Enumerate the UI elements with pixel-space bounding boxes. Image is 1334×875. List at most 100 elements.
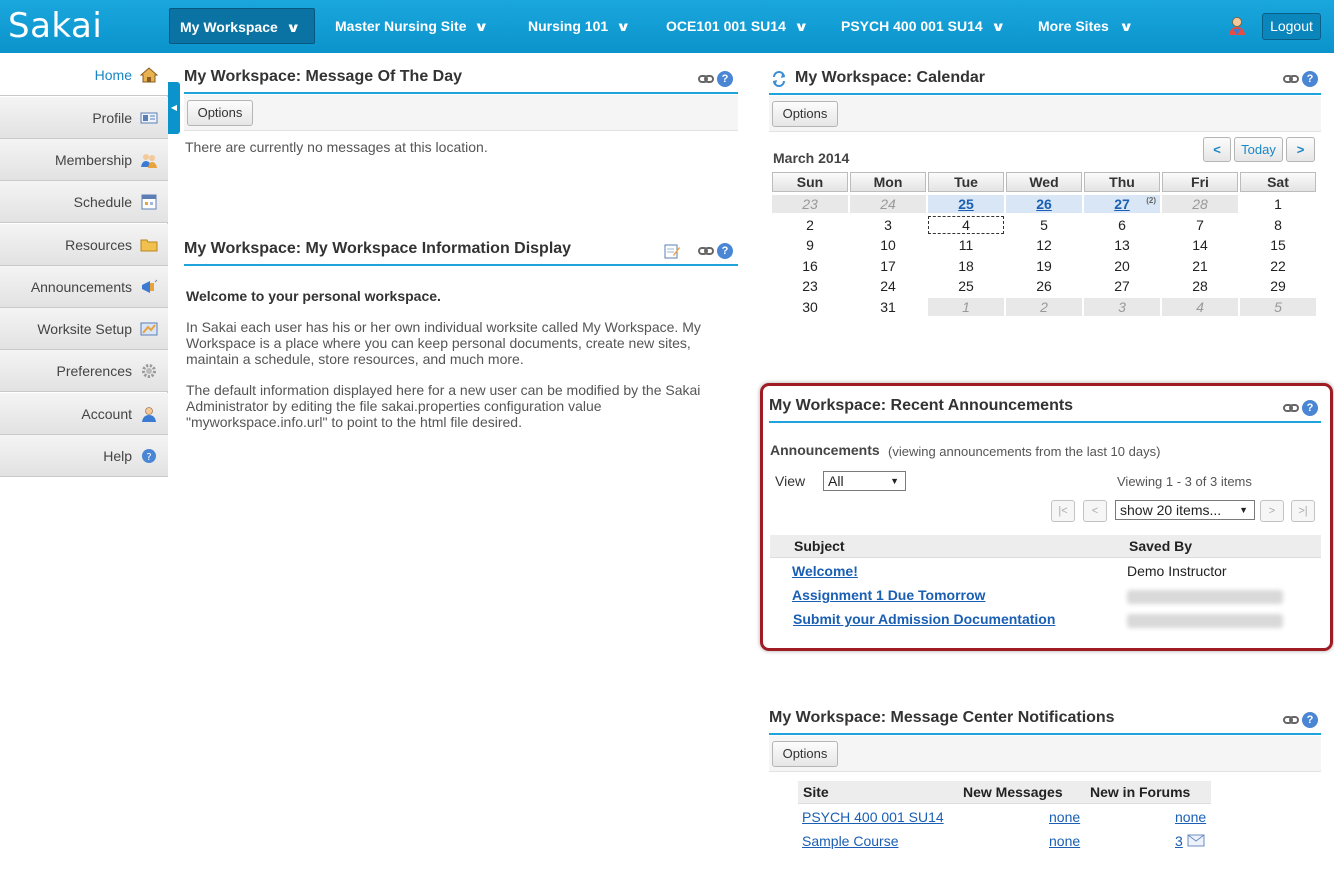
calendar-day: 24 — [880, 278, 896, 295]
col-subject[interactable]: Subject — [794, 535, 845, 558]
announcement-link-welcome[interactable]: Welcome! — [792, 563, 858, 579]
weekday-header: Wed — [1006, 172, 1082, 192]
calendar-day: 14 — [1192, 237, 1208, 254]
new-messages-link[interactable]: none — [1049, 833, 1080, 849]
calendar-today-button[interactable]: Today — [1234, 137, 1283, 162]
calendar-day: 30 — [802, 299, 818, 315]
sidebar-item-resources[interactable]: Resources — [0, 224, 168, 266]
site-tab-label: OCE101 001 SU14 — [666, 18, 786, 34]
calendar-next-button[interactable]: > — [1286, 137, 1315, 162]
link-icon[interactable] — [698, 71, 714, 87]
dropdown-arrow-icon: ▼ — [1239, 505, 1248, 515]
site-link-sample-course[interactable]: Sample Course — [802, 833, 899, 849]
calendar-day: 23 — [802, 278, 818, 295]
link-icon[interactable] — [1283, 400, 1299, 416]
help-icon[interactable]: ? — [1302, 712, 1318, 728]
help-icon[interactable]: ? — [717, 243, 733, 259]
motd-options-button[interactable]: Options — [187, 100, 253, 126]
sidebar-item-label: Worksite Setup — [37, 321, 132, 337]
calendar-icon — [141, 194, 157, 210]
help-icon[interactable]: ? — [717, 71, 733, 87]
site-tab-psych-400[interactable]: PSYCH 400 001 SU14 ∨ — [831, 8, 1013, 44]
weekday-header: Sat — [1240, 172, 1316, 192]
more-sites-tab[interactable]: More Sites ∨ — [1028, 8, 1141, 44]
calendar-prev-button[interactable]: < — [1203, 137, 1231, 162]
site-tab-nursing-101[interactable]: Nursing 101 ∨ — [518, 8, 639, 44]
site-tab-oce101[interactable]: OCE101 001 SU14 ∨ — [656, 8, 816, 44]
calendar-day: 25 — [958, 278, 974, 295]
edit-icon[interactable] — [664, 243, 680, 259]
site-tab-label: More Sites — [1038, 18, 1109, 34]
help-icon[interactable]: ? — [1302, 71, 1318, 87]
sidebar-item-help[interactable]: Help ? — [0, 435, 168, 477]
sidebar-item-schedule[interactable]: Schedule — [0, 181, 168, 223]
link-icon[interactable] — [1283, 71, 1299, 87]
col-new-messages: New Messages — [963, 784, 1063, 800]
calendar-day: 17 — [880, 257, 896, 274]
prev-page-button[interactable]: < — [1083, 500, 1107, 522]
help-icon: ? — [142, 449, 156, 463]
col-site: Site — [803, 784, 829, 800]
new-messages-link[interactable]: none — [1049, 809, 1080, 825]
help-icon[interactable]: ? — [1302, 400, 1318, 416]
title-underline — [769, 733, 1321, 735]
new-forums-link[interactable]: none — [1175, 809, 1206, 825]
calendar-day-event-link[interactable]: 27 (2) — [1084, 195, 1160, 213]
calendar-options-button[interactable]: Options — [772, 101, 838, 127]
view-select[interactable]: All ▼ — [823, 471, 906, 491]
page-size-value: show 20 items... — [1120, 502, 1222, 518]
site-tab-my-workspace[interactable]: My Workspace ∨ — [169, 8, 315, 44]
title-underline — [769, 421, 1321, 423]
calendar-toolbar: Options — [769, 96, 1321, 132]
calendar-day-event-link[interactable]: 26 — [1006, 195, 1082, 213]
page-size-select[interactable]: show 20 items... ▼ — [1115, 500, 1255, 520]
calendar-day: 10 — [880, 237, 896, 254]
link-icon[interactable] — [1283, 712, 1299, 728]
site-tab-master-nursing[interactable]: Master Nursing Site ∨ — [325, 8, 497, 44]
link-icon[interactable] — [698, 243, 714, 259]
sakai-logo[interactable]: Sakai — [8, 6, 102, 46]
chevron-down-icon: ∨ — [474, 19, 490, 34]
site-tab-label: PSYCH 400 001 SU14 — [841, 18, 983, 34]
announcement-link-assignment-1[interactable]: Assignment 1 Due Tomorrow — [792, 587, 985, 603]
sidebar-item-account[interactable]: Account — [0, 393, 168, 435]
sidebar-item-label: Account — [81, 406, 132, 422]
calendar-day-event-link[interactable]: 25 — [928, 195, 1004, 213]
collapse-menu-toggle[interactable]: ◀ — [168, 82, 180, 134]
new-forums-link[interactable]: 3 — [1175, 833, 1183, 849]
message-center-options-button[interactable]: Options — [772, 741, 838, 767]
sidebar-item-label: Schedule — [73, 194, 132, 210]
last-page-button[interactable]: >| — [1291, 500, 1315, 522]
members-icon — [141, 154, 157, 168]
chevron-down-icon: ∨ — [616, 19, 631, 34]
calendar-day: 28 — [1192, 278, 1208, 295]
sidebar-item-preferences[interactable]: Preferences — [0, 350, 168, 392]
top-bar: Sakai My Workspace ∨ Master Nursing Site ∨… — [0, 0, 1334, 53]
sidebar-item-label: Membership — [54, 152, 132, 168]
sidebar-item-worksite-setup[interactable]: Worksite Setup — [0, 308, 168, 350]
calendar-day: 1 — [1274, 196, 1282, 212]
redacted-name — [1127, 590, 1283, 604]
sidebar-item-home[interactable]: Home — [0, 54, 168, 96]
envelope-icon[interactable] — [1187, 834, 1205, 847]
first-page-button[interactable]: |< — [1051, 500, 1075, 522]
sidebar-item-membership[interactable]: Membership — [0, 139, 168, 181]
user-avatar-icon[interactable] — [1228, 16, 1246, 36]
sidebar-item-announcements[interactable]: Announcements — [0, 266, 168, 308]
site-tab-label: Master Nursing Site — [335, 18, 467, 34]
announcement-link-admission[interactable]: Submit your Admission Documentation — [793, 611, 1055, 627]
calendar-day: 16 — [802, 257, 818, 274]
calendar-day: 3 — [1084, 298, 1160, 316]
double-chevron-down-icon: ∨ — [1118, 19, 1134, 34]
next-page-button[interactable]: > — [1260, 500, 1284, 522]
site-tab-label: My Workspace — [180, 19, 278, 35]
logout-button[interactable]: Logout — [1262, 13, 1321, 40]
title-underline — [184, 264, 738, 266]
calendar-day: 8 — [1274, 216, 1282, 233]
sidebar-item-profile[interactable]: Profile — [0, 97, 168, 139]
col-saved-by[interactable]: Saved By — [1129, 535, 1192, 558]
refresh-icon[interactable] — [771, 71, 787, 87]
site-link-psych-400[interactable]: PSYCH 400 001 SU14 — [802, 809, 944, 825]
sidebar-item-label: Announcements — [30, 279, 132, 295]
title-underline — [769, 93, 1321, 95]
